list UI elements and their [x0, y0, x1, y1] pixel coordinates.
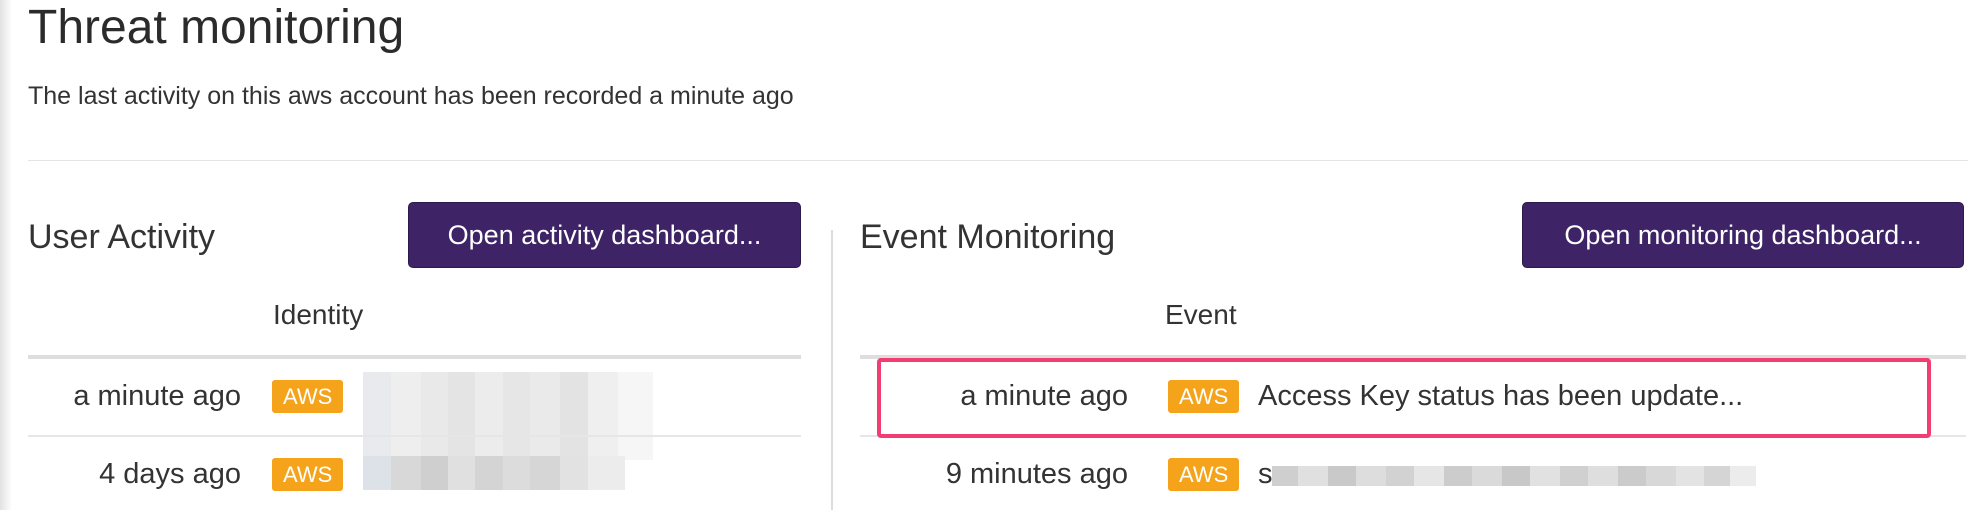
table-header-divider — [28, 355, 801, 359]
redacted-identity — [363, 456, 625, 490]
redacted-event-text — [1272, 466, 1756, 486]
page-subtitle: The last activity on this aws account ha… — [28, 82, 794, 110]
table-header-divider — [860, 355, 1966, 359]
user-activity-title: User Activity — [28, 218, 216, 256]
event-time: 9 minutes ago — [945, 458, 1128, 490]
identity-column-header: Identity — [273, 299, 364, 330]
open-monitoring-dashboard-button[interactable]: Open monitoring dashboard... — [1522, 202, 1964, 268]
aws-badge: AWS — [1168, 380, 1240, 413]
aws-badge: AWS — [272, 380, 344, 413]
event-column-header: Event — [1165, 299, 1237, 330]
page-title: Threat monitoring — [28, 1, 405, 54]
activity-time: 4 days ago — [99, 458, 241, 490]
event-monitoring-title: Event Monitoring — [860, 218, 1116, 256]
section-divider — [831, 230, 833, 510]
event-description: s — [1258, 458, 1273, 490]
window-edge-shadow — [0, 0, 12, 510]
row-divider — [28, 435, 801, 437]
activity-time: a minute ago — [73, 380, 241, 412]
event-description: Access Key status has been update... — [1258, 380, 1744, 412]
aws-badge: AWS — [272, 458, 344, 491]
open-activity-dashboard-button[interactable]: Open activity dashboard... — [408, 202, 801, 268]
event-time: a minute ago — [960, 380, 1128, 412]
header-divider — [28, 160, 1968, 161]
redacted-identity — [363, 372, 653, 460]
aws-badge: AWS — [1168, 458, 1240, 491]
row-divider — [860, 435, 1966, 437]
